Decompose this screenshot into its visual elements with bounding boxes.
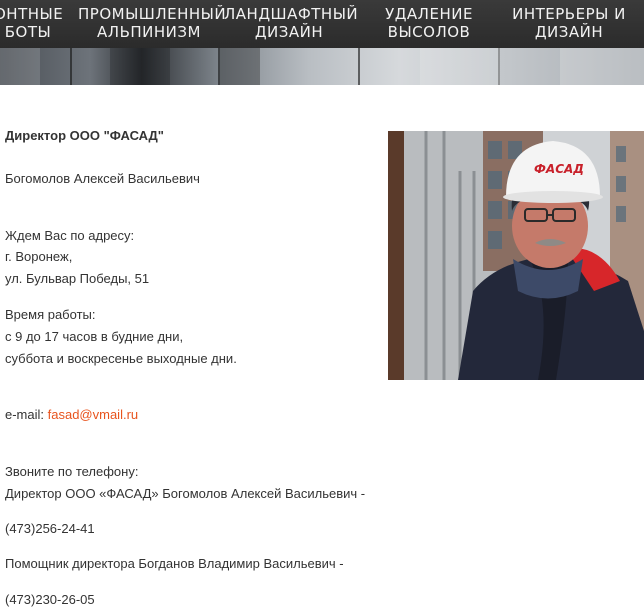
hours-weekend: суббота и воскресенье выходные дни. [5, 351, 237, 366]
email-label: e-mail: [5, 407, 48, 422]
contact-heading: Директор ООО "ФАСАД" [5, 128, 164, 143]
email-row: e-mail: fasad@vmail.ru [5, 406, 138, 424]
assistant-phone-line: Помощник директора Богданов Владимир Вас… [5, 556, 344, 571]
nav-item-efflorescence-removal[interactable]: Удаление высолов [377, 5, 481, 41]
nav-item-label-line2: боты [4, 23, 52, 41]
nav-item-label-line2: дизайн [254, 23, 324, 41]
nav-item-label-line1: Удаление [385, 5, 473, 23]
hours-weekdays: с 9 до 17 часов в будние дни, [5, 329, 184, 344]
director-name: Богомолов Алексей Васильевич [5, 171, 200, 186]
nav-item-label-line2: альпинизм [97, 23, 201, 41]
address-street: ул. Бульвар Победы, 51 [5, 271, 150, 286]
header-banner-image [0, 48, 644, 85]
phone-label: Звоните по телефону: [5, 464, 139, 479]
director-phone: (473)256-24-41 [5, 521, 95, 536]
address-label: Ждем Вас по адресу: [5, 228, 135, 243]
email-link[interactable]: fasad@vmail.ru [48, 407, 139, 422]
main-navigation: онтные боты Промышленный альпинизм Ландш… [0, 0, 644, 48]
director-photo: ФАСАД [388, 131, 644, 380]
director-phone-line: Директор ООО «ФАСАД» Богомолов Алексей В… [5, 486, 366, 501]
nav-item-landscape-design[interactable]: Ландшафтный дизайн [224, 5, 359, 41]
nav-item-interiors-design[interactable]: Интерьеры и дизайн [507, 5, 631, 41]
director-photo-illustration: ФАСАД [388, 131, 644, 380]
nav-item-label-line2: дизайн [534, 23, 604, 41]
nav-item-label-line1: Интерьеры и [512, 5, 626, 23]
helmet-logo-text: ФАСАД [534, 162, 584, 176]
nav-item-industrial-alpinism[interactable]: Промышленный альпинизм [78, 5, 227, 41]
nav-item-label-line1: онтные [0, 5, 64, 23]
hours-label: Время работы: [5, 307, 96, 322]
address-city: г. Воронеж, [5, 249, 73, 264]
nav-item-works[interactable]: онтные боты [0, 5, 64, 41]
nav-item-label-line1: Промышленный [78, 5, 227, 23]
assistant-phone: (473)230-26-05 [5, 592, 95, 607]
nav-item-label-line1: Ландшафтный [224, 5, 359, 23]
nav-item-label-line2: высолов [387, 23, 471, 41]
